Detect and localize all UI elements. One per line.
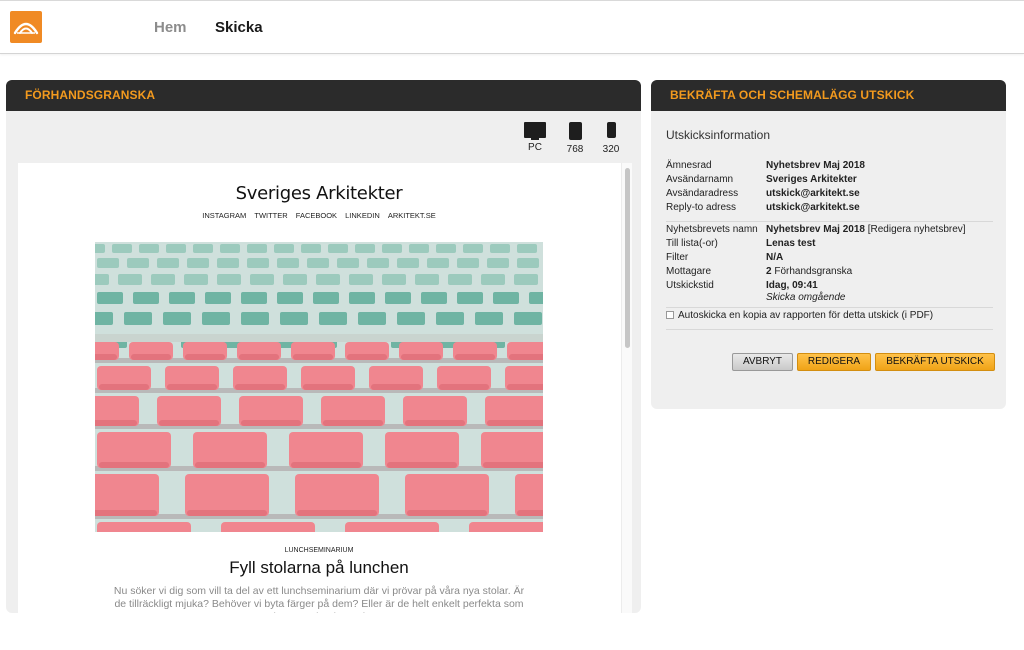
confirm-send-button[interactable]: BEKRÄFTA UTSKICK [875, 353, 995, 371]
edit-button[interactable]: REDIGERA [797, 353, 871, 371]
device-phone-button[interactable]: 320 [600, 122, 622, 155]
recipients-preview-link[interactable]: Förhandsgranska [774, 266, 852, 277]
preview-scrollbar[interactable] [621, 163, 632, 613]
link-instagram[interactable]: INSTAGRAM [202, 211, 246, 220]
monitor-icon [524, 122, 546, 140]
info-value: Nyhetsbrev Maj 2018 [Redigera nyhetsbrev… [766, 224, 966, 235]
top-navigation: Hem Skicka [0, 0, 1024, 54]
divider [666, 221, 993, 222]
app-logo-icon[interactable] [10, 11, 42, 43]
info-row-send-time: Utskickstid Idag, 09:41 Skicka omgående [666, 280, 993, 306]
device-tablet-label: 768 [566, 144, 584, 155]
info-row-subject: Ämnesrad Nyhetsbrev Maj 2018 [666, 160, 993, 174]
nav-item-hem[interactable]: Hem [154, 19, 187, 36]
info-key: Avsändaradress [666, 188, 739, 199]
cancel-button[interactable]: AVBRYT [732, 353, 793, 371]
info-key: Till lista(-or) [666, 238, 718, 249]
newsletter-title: Sveriges Arkitekter [235, 183, 403, 204]
article-kicker: LUNCHSEMINARIUM [284, 547, 354, 554]
send-info-group-1: Ämnesrad Nyhetsbrev Maj 2018 Avsändarnam… [666, 160, 993, 216]
info-value: Idag, 09:41 [766, 280, 818, 291]
info-row-sender-name: Avsändarnamn Sveriges Arkitekter [666, 174, 993, 188]
info-key: Nyhetsbrevets namn [666, 224, 758, 235]
confirm-panel: BEKRÄFTA OCH SCHEMALÄGG UTSKICK Utskicks… [651, 80, 1006, 409]
info-value: utskick@arkitekt.se [766, 188, 860, 199]
info-value: Sveriges Arkitekter [766, 174, 857, 185]
info-key: Ämnesrad [666, 160, 712, 171]
scrollbar-thumb[interactable] [625, 168, 630, 348]
edit-newsletter-link[interactable]: [Redigera nyhetsbrev] [868, 224, 966, 235]
info-value: utskick@arkitekt.se [766, 202, 860, 213]
phone-icon [606, 122, 616, 138]
device-pc-button[interactable]: PC [522, 122, 548, 153]
info-value: 2 Förhandsgranska [766, 266, 852, 277]
divider [666, 329, 993, 330]
link-twitter[interactable]: TWITTER [254, 211, 287, 220]
newsletter-name-value: Nyhetsbrev Maj 2018 [766, 224, 865, 235]
info-row-recipients: Mottagare 2 Förhandsgranska [666, 266, 993, 280]
info-row-newsletter-name: Nyhetsbrevets namn Nyhetsbrev Maj 2018 [… [666, 224, 993, 238]
preview-panel-title: FÖRHANDSGRANSKA [6, 80, 641, 111]
auto-send-report-checkbox[interactable]: Autoskicka en kopia av rapporten för det… [666, 310, 933, 321]
info-key: Utskickstid [666, 280, 714, 291]
info-key: Avsändarnamn [666, 174, 734, 185]
article-headline: Fyll stolarna på lunchen [229, 558, 409, 577]
info-row-sender-address: Avsändaradress utskick@arkitekt.se [666, 188, 993, 202]
recipients-count: 2 [766, 266, 772, 277]
info-row-reply-to: Reply-to adress utskick@arkitekt.se [666, 202, 993, 216]
device-phone-label: 320 [602, 144, 620, 155]
link-linkedin[interactable]: LINKEDIN [345, 211, 380, 220]
info-row-list: Till lista(-or) Lenas test [666, 238, 993, 252]
newsletter-preview-frame[interactable]: Sveriges Arkitekter INSTAGRAM TWITTER FA… [18, 163, 632, 613]
hero-image [95, 242, 543, 532]
preview-panel: FÖRHANDSGRANSKA PC 768 320 Sveriges Arki… [6, 80, 641, 613]
device-pc-label: PC [528, 142, 542, 153]
info-row-filter: Filter N/A [666, 252, 993, 266]
info-key: Mottagare [666, 266, 712, 277]
newsletter-social-links: INSTAGRAM TWITTER FACEBOOK LINKEDIN ARKI… [18, 211, 620, 220]
link-arkitekt[interactable]: ARKITEKT.SE [388, 211, 436, 220]
link-facebook[interactable]: FACEBOOK [296, 211, 337, 220]
send-time-note: Skicka omgående [766, 292, 846, 303]
checkbox-box[interactable] [666, 311, 674, 319]
info-value: Nyhetsbrev Maj 2018 [766, 160, 865, 171]
info-key: Reply-to adress [666, 202, 737, 213]
article-body: Nu söker vi dig som vill ta del av ett l… [113, 585, 525, 613]
divider [666, 307, 993, 308]
info-value: N/A [766, 252, 784, 263]
info-value: Lenas test [766, 238, 816, 249]
nav-item-skicka[interactable]: Skicka [215, 19, 263, 36]
tablet-icon [568, 122, 582, 140]
confirm-panel-title: BEKRÄFTA OCH SCHEMALÄGG UTSKICK [651, 80, 1006, 111]
send-info-group-2: Nyhetsbrevets namn Nyhetsbrev Maj 2018 [… [666, 224, 993, 306]
section-title: Utskicksinformation [666, 128, 771, 142]
info-key: Filter [666, 252, 689, 263]
auto-send-report-label: Autoskicka en kopia av rapporten för det… [678, 310, 934, 321]
device-tablet-button[interactable]: 768 [564, 122, 586, 155]
